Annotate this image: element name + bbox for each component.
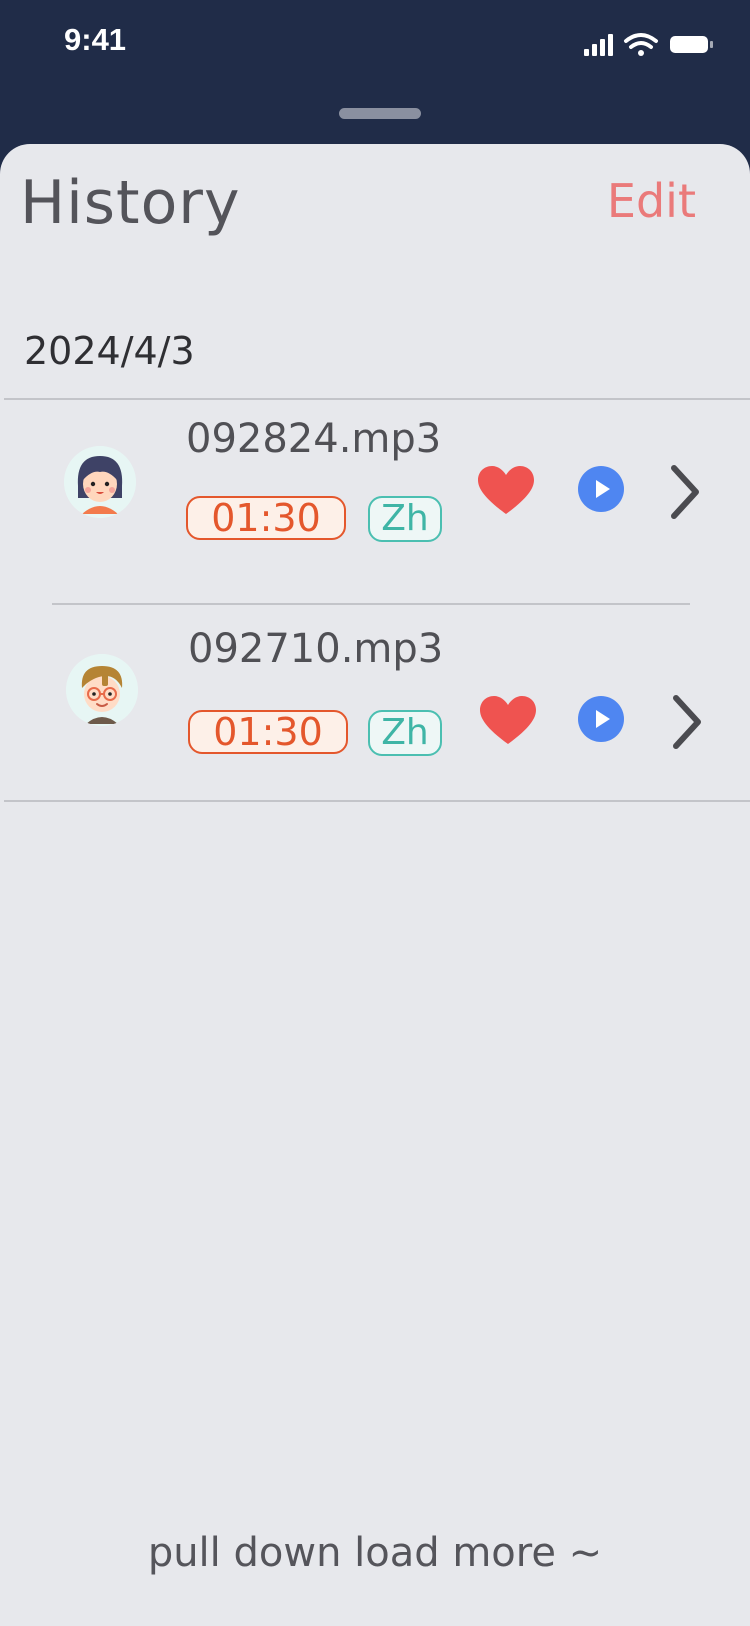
- page-title: History: [20, 168, 241, 238]
- duration-badge: 01:30: [188, 710, 348, 754]
- play-icon[interactable]: [578, 696, 624, 746]
- status-time: 9:41: [64, 22, 127, 57]
- list-item[interactable]: 092824.mp3 01:30 Zh: [0, 400, 750, 590]
- language-badge: Zh: [368, 710, 442, 756]
- date-header: 2024/4/3: [24, 329, 195, 373]
- language-badge: Zh: [368, 496, 442, 542]
- edit-button[interactable]: Edit: [607, 174, 696, 228]
- status-bar: 9:41: [0, 0, 750, 100]
- sheet-grabber[interactable]: [339, 108, 421, 119]
- status-icons: [580, 30, 720, 60]
- chevron-right-icon[interactable]: [670, 694, 704, 754]
- battery-icon: [670, 36, 713, 53]
- list-item[interactable]: 092710.mp3 01:30 Zh: [0, 614, 750, 804]
- file-name: 092824.mp3: [186, 416, 442, 462]
- divider: [52, 603, 690, 605]
- play-icon[interactable]: [578, 466, 624, 516]
- wifi-icon: [624, 33, 658, 56]
- girl-avatar: [64, 446, 136, 518]
- heart-icon[interactable]: [478, 466, 534, 520]
- signal-icon: [584, 34, 613, 56]
- file-name: 092710.mp3: [188, 626, 444, 672]
- duration-badge: 01:30: [186, 496, 346, 540]
- history-sheet: History Edit 2024/4/3 092824.mp3 01:30 Z…: [0, 144, 750, 1626]
- load-more-hint: pull down load more ~: [147, 1530, 603, 1576]
- heart-icon[interactable]: [480, 696, 536, 750]
- divider: [4, 800, 750, 802]
- chevron-right-icon[interactable]: [668, 464, 702, 524]
- boy-avatar: [66, 654, 138, 726]
